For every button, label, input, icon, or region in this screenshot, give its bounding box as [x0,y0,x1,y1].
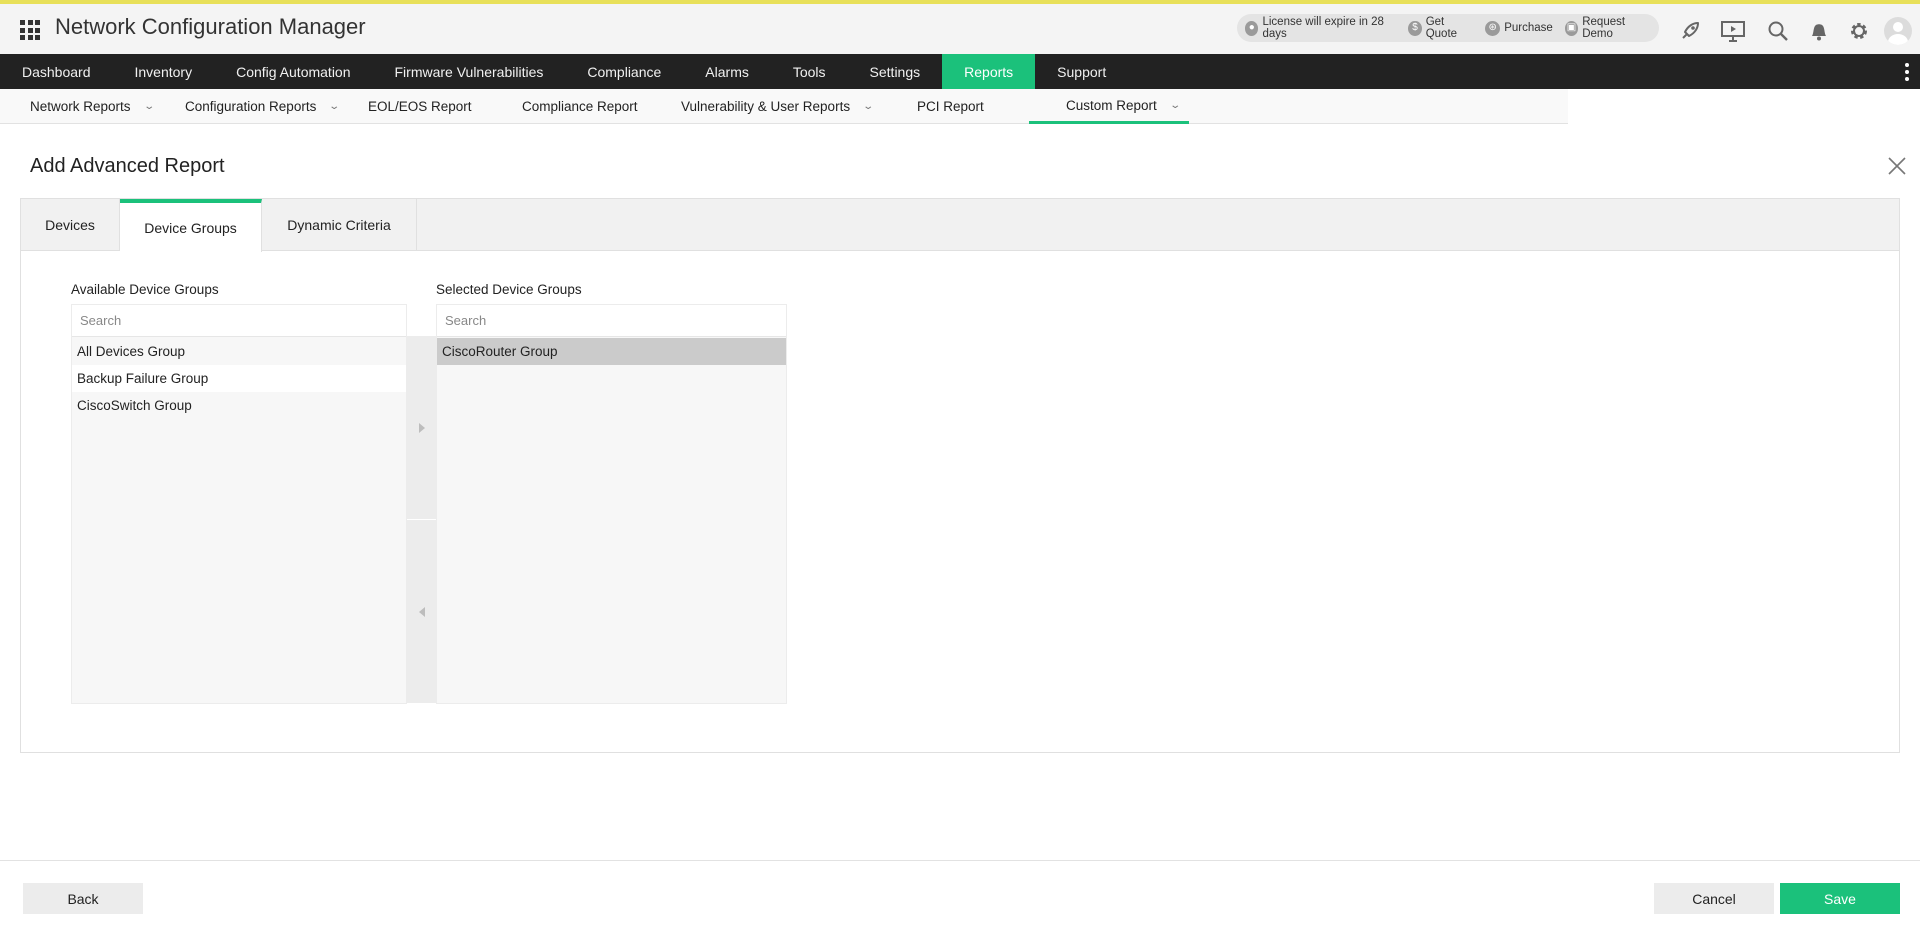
presentation-icon[interactable] [1720,18,1746,44]
more-menu-icon[interactable] [1904,63,1910,81]
caret-left-icon [419,606,425,617]
list-item[interactable]: CiscoSwitch Group [72,392,406,419]
nav-dashboard[interactable]: Dashboard [0,54,113,89]
save-button[interactable]: Save [1780,883,1900,914]
nav-tools[interactable]: Tools [771,54,848,89]
license-bar: ● License will expire in 28 days $ Get Q… [1237,14,1659,42]
tab-dynamic-criteria[interactable]: Dynamic Criteria [262,199,417,251]
caret-right-icon [419,422,425,433]
chevron-down-icon: ⌄ [862,101,875,112]
app-grid-icon[interactable] [20,20,40,40]
close-icon[interactable] [1886,155,1908,177]
available-search-input[interactable] [72,305,406,337]
main-nav: Dashboard Inventory Config Automation Fi… [0,54,1920,89]
chevron-down-icon: ⌄ [142,101,155,112]
nav-firmware-vulnerabilities[interactable]: Firmware Vulnerabilities [373,54,566,89]
available-groups-list: All Devices Group Backup Failure Group C… [71,304,407,704]
subnav-configuration-reports[interactable]: Configuration Reports ⌄ [185,89,341,124]
top-header: Network Configuration Manager ● License … [0,0,1920,54]
user-avatar[interactable] [1884,17,1912,45]
subnav-network-reports[interactable]: Network Reports ⌄ [30,89,155,124]
list-item[interactable]: All Devices Group [72,338,406,365]
subnav-network-reports-label: Network Reports [30,99,131,114]
subnav-eol-eos-report[interactable]: EOL/EOS Report [368,89,472,124]
subnav-vulnerability-user-reports-label: Vulnerability & User Reports [681,99,851,114]
subnav-pci-report[interactable]: PCI Report [917,89,984,124]
selected-groups-list: CiscoRouter Group [436,304,787,704]
list-item[interactable]: CiscoRouter Group [437,338,786,365]
tab-devices[interactable]: Devices [21,199,120,251]
nav-config-automation[interactable]: Config Automation [214,54,372,89]
back-button[interactable]: Back [23,883,143,914]
tab-bar: Devices Device Groups Dynamic Criteria [21,199,1899,252]
get-quote-label: Get Quote [1425,16,1458,40]
license-icon: ● [1245,20,1259,36]
purchase-label: Purchase [1504,22,1553,34]
report-panel: Devices Device Groups Dynamic Criteria A… [20,198,1900,753]
cancel-button[interactable]: Cancel [1654,883,1774,914]
app-title: Network Configuration Manager [55,14,366,39]
license-expiry-text: License will expire in 28 days [1262,16,1384,40]
list-item[interactable]: Backup Failure Group [72,365,406,392]
bell-icon[interactable] [1806,18,1832,44]
subnav-configuration-reports-label: Configuration Reports [185,99,317,114]
tab-device-groups[interactable]: Device Groups [120,199,262,252]
search-icon[interactable] [1765,18,1791,44]
page-title: Add Advanced Report [30,155,225,177]
request-demo-label: Request Demo [1582,16,1626,40]
nav-settings[interactable]: Settings [848,54,943,89]
nav-compliance[interactable]: Compliance [565,54,683,89]
move-right-button[interactable] [407,336,437,519]
rocket-icon[interactable] [1677,18,1703,44]
subnav-custom-report-label: Custom Report [1066,97,1157,113]
footer-divider [0,860,1920,861]
cart-icon: ⊛ [1485,20,1501,36]
purchase-link[interactable]: ⊛ Purchase [1485,20,1553,36]
chevron-down-icon: ⌄ [1169,99,1181,111]
dollar-icon: $ [1408,20,1422,36]
nav-inventory[interactable]: Inventory [113,54,215,89]
license-expiry[interactable]: ● License will expire in 28 days [1245,16,1396,40]
nav-support[interactable]: Support [1035,54,1128,89]
reports-sub-nav: Network Reports ⌄ Configuration Reports … [0,89,1568,124]
gear-icon[interactable] [1846,18,1872,44]
selected-groups-label: Selected Device Groups [436,282,582,297]
move-left-button[interactable] [407,520,437,703]
subnav-compliance-report[interactable]: Compliance Report [522,89,638,124]
nav-reports[interactable]: Reports [942,54,1036,89]
demo-icon: ▣ [1564,20,1579,36]
selected-search-input[interactable] [437,305,786,337]
get-quote-link[interactable]: $ Get Quote [1408,16,1473,40]
nav-alarms[interactable]: Alarms [683,54,771,89]
request-demo-link[interactable]: ▣ Request Demo [1564,16,1651,40]
subnav-vulnerability-user-reports[interactable]: Vulnerability & User Reports ⌄ [681,89,875,124]
subnav-custom-report[interactable]: Custom Report ⌄ [1029,89,1189,124]
chevron-down-icon: ⌄ [328,101,341,112]
available-groups-label: Available Device Groups [71,282,219,297]
